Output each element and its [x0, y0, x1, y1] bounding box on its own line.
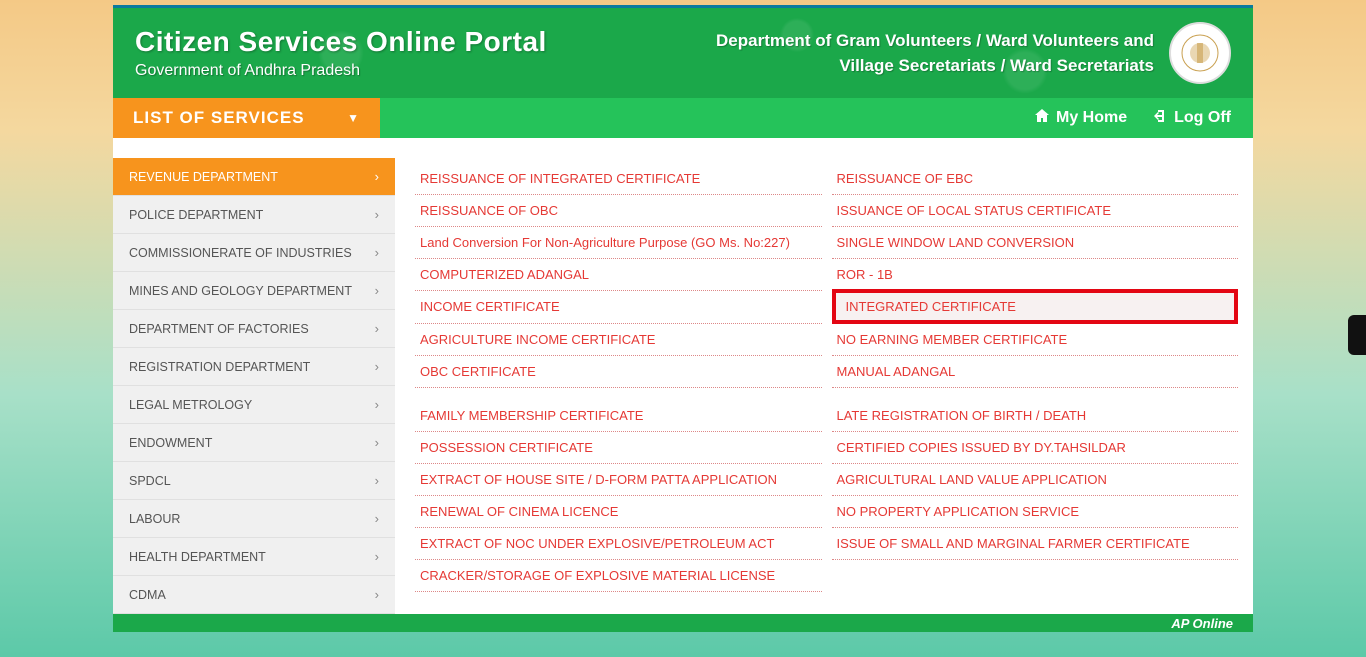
service-link[interactable]: REISSUANCE OF INTEGRATED CERTIFICATE [415, 163, 822, 195]
my-home-link[interactable]: My Home [1034, 108, 1127, 129]
sidebar-item-11[interactable]: CDMA › [113, 576, 395, 614]
sidebar-item-label: REVENUE DEPARTMENT [129, 170, 278, 184]
header-banner: Citizen Services Online Portal Governmen… [113, 8, 1253, 98]
service-link[interactable]: CRACKER/STORAGE OF EXPLOSIVE MATERIAL LI… [415, 560, 822, 592]
powered-by-label: AP Online [1171, 616, 1233, 631]
sidebar-item-5[interactable]: REGISTRATION DEPARTMENT › [113, 348, 395, 386]
chevron-right-icon: › [375, 511, 379, 526]
service-link[interactable]: ROR - 1B [832, 259, 1239, 291]
list-of-services-dropdown[interactable]: LIST OF SERVICES ▼ [113, 98, 380, 138]
service-link[interactable]: REISSUANCE OF EBC [832, 163, 1239, 195]
service-link[interactable]: FAMILY MEMBERSHIP CERTIFICATE [415, 400, 822, 432]
sidebar-item-1[interactable]: POLICE DEPARTMENT › [113, 196, 395, 234]
service-link[interactable]: SINGLE WINDOW LAND CONVERSION [832, 227, 1239, 259]
sidebar-item-6[interactable]: LEGAL METROLOGY › [113, 386, 395, 424]
sidebar-item-label: HEALTH DEPARTMENT [129, 550, 266, 564]
sidebar-item-label: CDMA [129, 588, 166, 602]
service-link[interactable]: AGRICULTURE INCOME CERTIFICATE [415, 324, 822, 356]
nav-bar: LIST OF SERVICES ▼ My Home Log Off [113, 98, 1253, 138]
sidebar-item-10[interactable]: HEALTH DEPARTMENT › [113, 538, 395, 576]
sidebar-item-2[interactable]: COMMISSIONERATE OF INDUSTRIES › [113, 234, 395, 272]
service-link[interactable]: MANUAL ADANGAL [832, 356, 1239, 388]
service-link[interactable]: Land Conversion For Non-Agriculture Purp… [415, 227, 822, 259]
log-off-link[interactable]: Log Off [1152, 108, 1231, 129]
sidebar-item-label: ENDOWMENT [129, 436, 212, 450]
sidebar-item-label: MINES AND GEOLOGY DEPARTMENT [129, 284, 352, 298]
home-icon [1034, 108, 1050, 129]
sidebar-item-label: SPDCL [129, 474, 171, 488]
service-link[interactable]: CERTIFIED COPIES ISSUED BY DY.TAHSILDAR [832, 432, 1239, 464]
service-link[interactable]: COMPUTERIZED ADANGAL [415, 259, 822, 291]
chevron-right-icon: › [375, 587, 379, 602]
department-name: Department of Gram Volunteers / Ward Vol… [716, 28, 1154, 79]
sidebar-item-label: POLICE DEPARTMENT [129, 208, 263, 222]
list-services-label: LIST OF SERVICES [133, 108, 305, 128]
sidebar-item-4[interactable]: DEPARTMENT OF FACTORIES › [113, 310, 395, 348]
sidebar-item-label: LEGAL METROLOGY [129, 398, 252, 412]
service-link[interactable]: INCOME CERTIFICATE [415, 291, 822, 324]
sidebar-item-label: DEPARTMENT OF FACTORIES [129, 322, 309, 336]
service-link[interactable]: OBC CERTIFICATE [415, 356, 822, 388]
chevron-right-icon: › [375, 245, 379, 260]
service-link[interactable]: INTEGRATED CERTIFICATE [832, 289, 1239, 324]
service-link[interactable]: EXTRACT OF HOUSE SITE / D-FORM PATTA APP… [415, 464, 822, 496]
chevron-right-icon: › [375, 321, 379, 336]
chevron-right-icon: › [375, 207, 379, 222]
chevron-right-icon: › [375, 359, 379, 374]
service-link[interactable]: RENEWAL OF CINEMA LICENCE [415, 496, 822, 528]
sidebar-item-label: LABOUR [129, 512, 180, 526]
service-link[interactable]: NO PROPERTY APPLICATION SERVICE [832, 496, 1239, 528]
portal-subtitle: Government of Andhra Pradesh [135, 62, 547, 80]
services-panel: REISSUANCE OF INTEGRATED CERTIFICATEREIS… [395, 138, 1253, 614]
content-area: REVENUE DEPARTMENT›POLICE DEPARTMENT›COM… [113, 138, 1253, 614]
service-link[interactable]: ISSUANCE OF LOCAL STATUS CERTIFICATE [832, 195, 1239, 227]
chevron-right-icon: › [375, 435, 379, 450]
logout-icon [1152, 108, 1168, 129]
footer-bar: AP Online [113, 614, 1253, 632]
chevron-right-icon: › [375, 473, 379, 488]
chevron-right-icon: › [375, 169, 379, 184]
chevron-right-icon: › [375, 397, 379, 412]
department-sidebar: REVENUE DEPARTMENT›POLICE DEPARTMENT›COM… [113, 138, 395, 614]
service-link[interactable]: EXTRACT OF NOC UNDER EXPLOSIVE/PETROLEUM… [415, 528, 822, 560]
sidebar-item-0[interactable]: REVENUE DEPARTMENT › [113, 158, 395, 196]
caret-down-icon: ▼ [347, 111, 360, 125]
sidebar-item-9[interactable]: LABOUR › [113, 500, 395, 538]
chevron-right-icon: › [375, 283, 379, 298]
service-link[interactable]: NO EARNING MEMBER CERTIFICATE [832, 324, 1239, 356]
service-link[interactable]: LATE REGISTRATION OF BIRTH / DEATH [832, 400, 1239, 432]
service-link[interactable]: ISSUE OF SMALL AND MARGINAL FARMER CERTI… [832, 528, 1239, 560]
sidebar-item-label: REGISTRATION DEPARTMENT [129, 360, 310, 374]
sidebar-item-3[interactable]: MINES AND GEOLOGY DEPARTMENT › [113, 272, 395, 310]
service-link[interactable]: AGRICULTURAL LAND VALUE APPLICATION [832, 464, 1239, 496]
state-emblem [1169, 22, 1231, 84]
portal-title: Citizen Services Online Portal [135, 26, 547, 58]
service-link[interactable]: REISSUANCE OF OBC [415, 195, 822, 227]
side-widget-tab[interactable] [1348, 315, 1366, 355]
chevron-right-icon: › [375, 549, 379, 564]
sidebar-item-label: COMMISSIONERATE OF INDUSTRIES [129, 246, 352, 260]
service-link[interactable]: POSSESSION CERTIFICATE [415, 432, 822, 464]
sidebar-item-8[interactable]: SPDCL › [113, 462, 395, 500]
sidebar-item-7[interactable]: ENDOWMENT › [113, 424, 395, 462]
